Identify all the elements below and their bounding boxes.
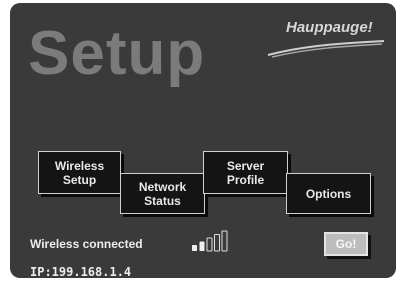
wireless-setup-button[interactable]: Wireless Setup xyxy=(38,151,121,194)
network-status-label-line1: Network xyxy=(138,179,187,194)
server-profile-button[interactable]: Server Profile xyxy=(203,151,288,194)
signal-bar xyxy=(192,245,197,251)
network-status-label-line2: Status xyxy=(144,193,181,208)
wireless-setup-label-line1: Wireless xyxy=(54,158,105,173)
go-button[interactable]: Go! xyxy=(324,232,368,256)
signal-strength-icon xyxy=(192,230,228,252)
options-button[interactable]: Options xyxy=(286,173,371,214)
signal-bar xyxy=(214,234,220,252)
logo-swoosh-icon xyxy=(267,40,385,58)
wireless-setup-label-line2: Setup xyxy=(62,172,97,187)
connection-status-text: Wireless connected xyxy=(30,237,143,251)
network-status-button[interactable]: Network Status xyxy=(120,173,205,214)
page-title: Setup xyxy=(28,19,206,88)
server-profile-label-line1: Server xyxy=(226,158,265,173)
server-profile-label-line2: Profile xyxy=(226,172,265,187)
options-label: Options xyxy=(305,186,352,201)
ip-address-text: IP:199.168.1.4 xyxy=(30,265,132,278)
signal-bar xyxy=(199,241,205,251)
brand-logo: Hauppauge! xyxy=(286,19,373,36)
setup-screen: Setup Hauppauge! Wireless Setup Network … xyxy=(10,3,396,278)
signal-bar xyxy=(206,237,213,252)
signal-bar xyxy=(221,230,228,252)
